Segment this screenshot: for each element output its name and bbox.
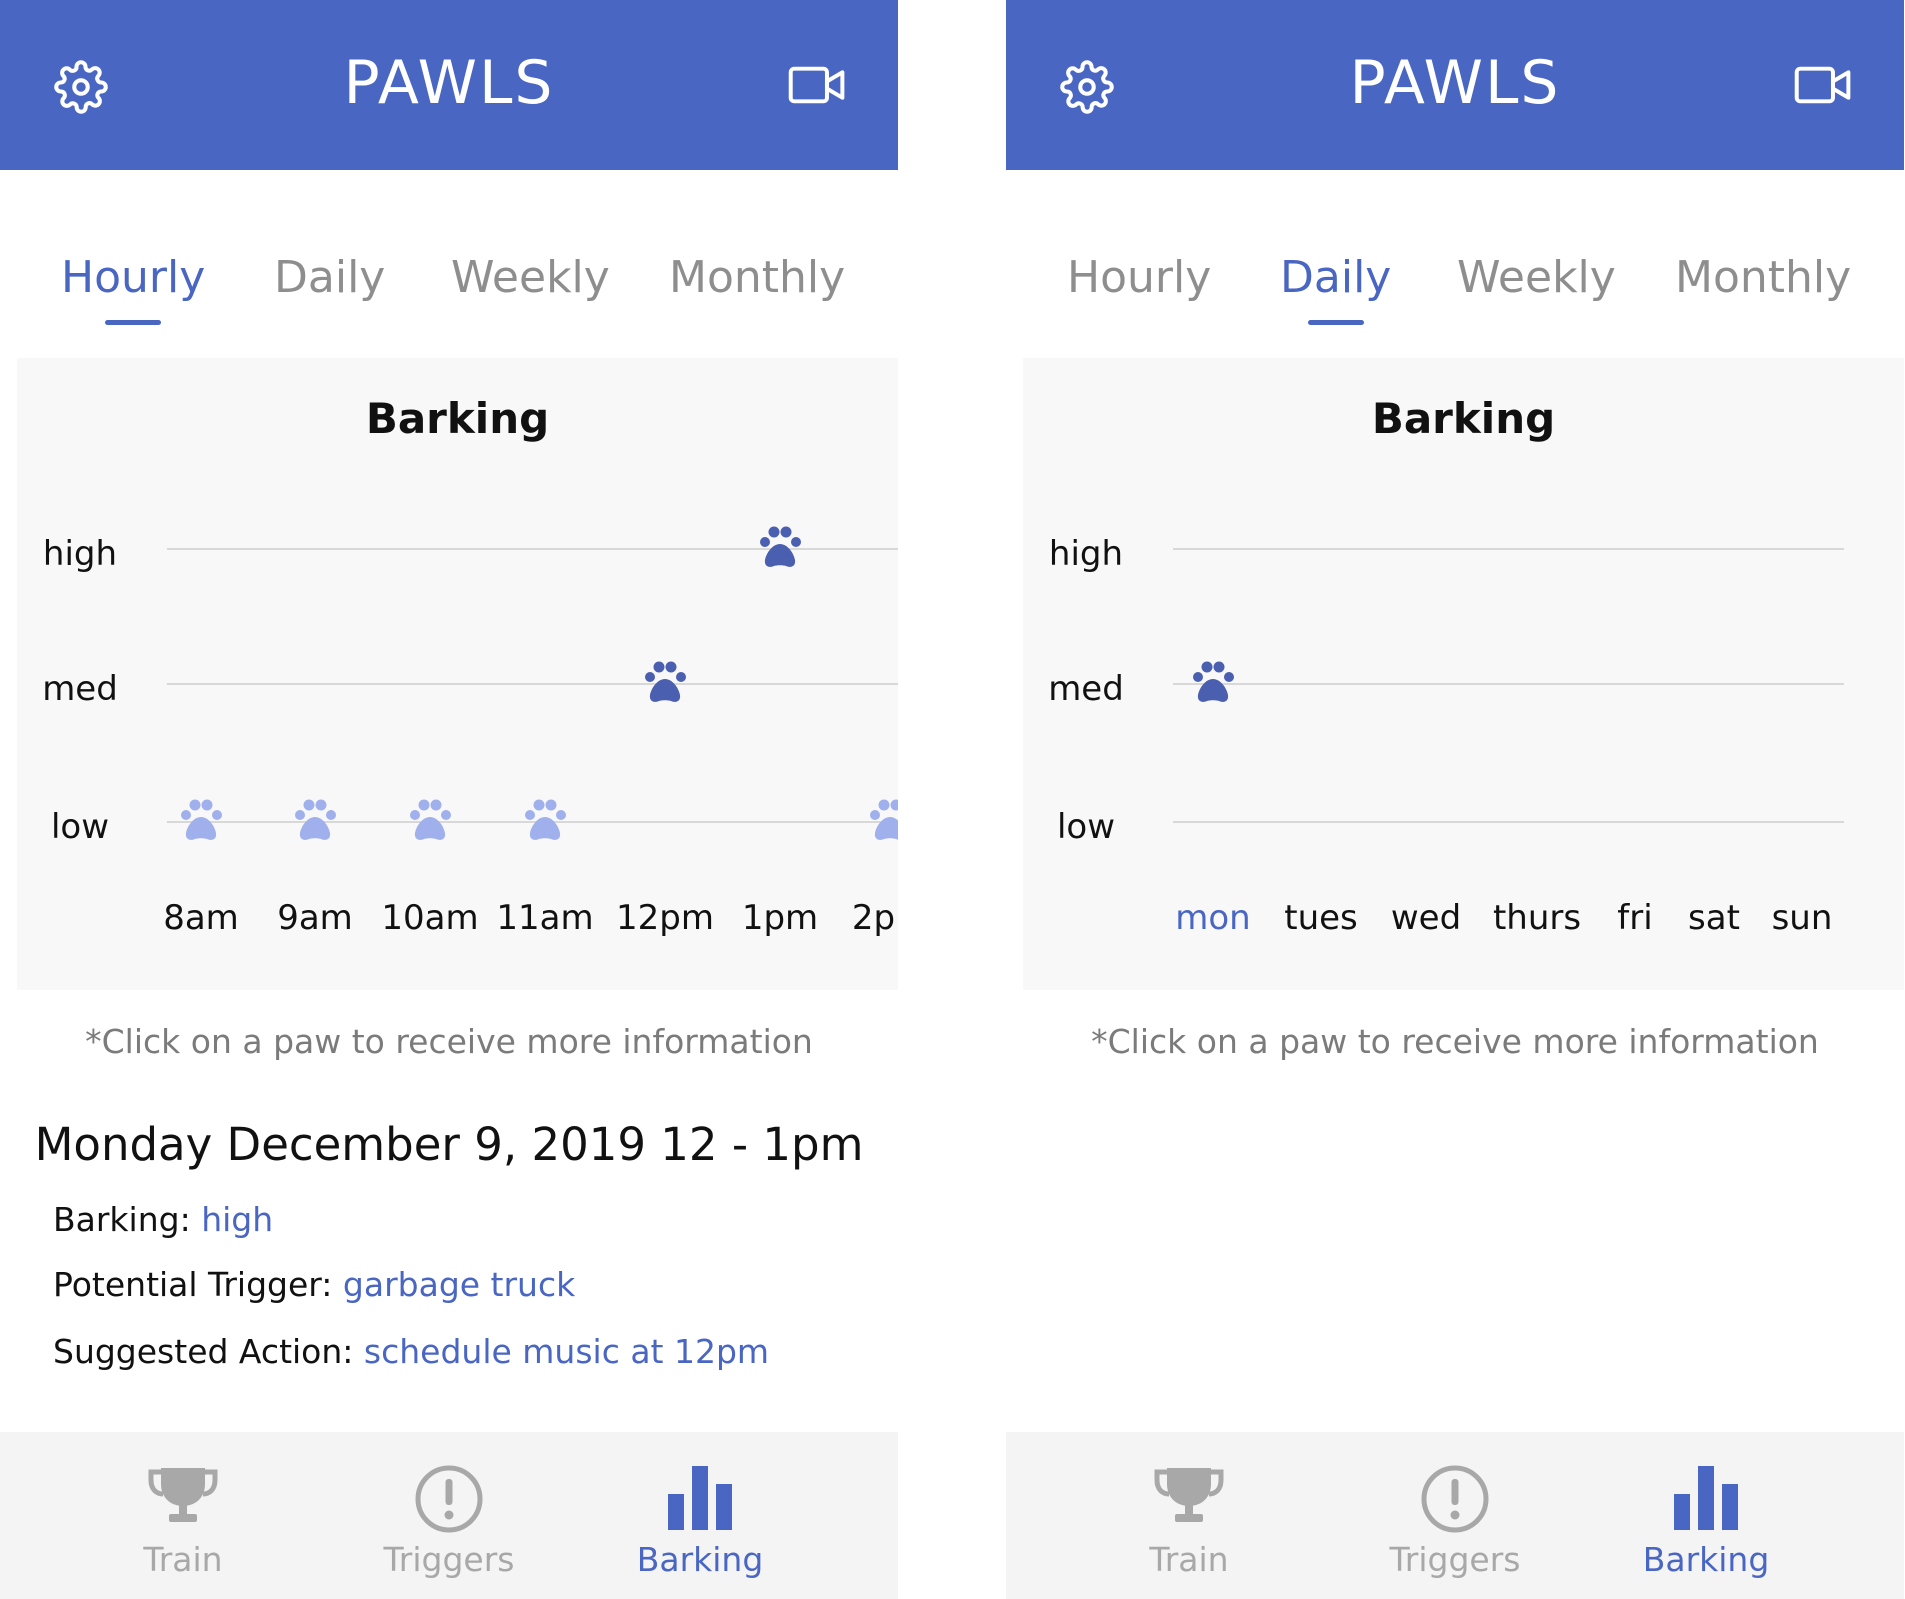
trophy-icon bbox=[148, 1468, 218, 1522]
trophy-icon bbox=[1154, 1468, 1224, 1522]
screen-hourly: PAWLS Hourly Daily Weekly Monthly Barkin… bbox=[0, 0, 898, 1599]
gridline-low bbox=[1173, 821, 1844, 823]
y-label-low: low bbox=[50, 807, 110, 847]
detail-barking-row: Barking: high bbox=[53, 1200, 273, 1239]
nav-train[interactable]: Train bbox=[1079, 1432, 1299, 1599]
x-label-2pm: 2pm bbox=[851, 898, 898, 938]
paw-icon[interactable] bbox=[864, 793, 898, 845]
paw-icon[interactable] bbox=[639, 655, 691, 707]
screen-divider bbox=[898, 0, 1006, 1599]
period-tabs: Hourly Daily Weekly Monthly bbox=[1006, 240, 1904, 325]
nav-barking[interactable]: Barking bbox=[1596, 1432, 1816, 1599]
chart-title: Barking bbox=[1371, 394, 1556, 443]
hint-text: *Click on a paw to receive more informat… bbox=[85, 1022, 813, 1061]
video-camera-icon[interactable] bbox=[788, 64, 846, 106]
app-title: PAWLS bbox=[343, 48, 555, 118]
x-label-9am: 9am bbox=[277, 898, 353, 938]
bar-chart-icon bbox=[1674, 1466, 1738, 1530]
x-label-tues: tues bbox=[1284, 898, 1358, 938]
alert-circle-icon bbox=[1421, 1465, 1489, 1533]
tab-label: Hourly bbox=[61, 252, 206, 303]
tab-active-indicator bbox=[1307, 320, 1364, 325]
paw-icon[interactable] bbox=[1187, 655, 1239, 707]
y-label-high: high bbox=[1048, 534, 1124, 574]
tab-label: Monthly bbox=[1675, 252, 1852, 303]
hint-text: *Click on a paw to receive more informat… bbox=[1091, 1022, 1819, 1061]
x-label-12pm: 12pm bbox=[616, 898, 714, 938]
tab-hourly[interactable]: Hourly bbox=[1067, 252, 1211, 303]
tab-monthly[interactable]: Monthly bbox=[669, 252, 845, 303]
detail-trigger-label: Potential Trigger: bbox=[53, 1265, 333, 1304]
x-label-sun: sun bbox=[1771, 898, 1833, 938]
y-label-med: med bbox=[42, 669, 118, 709]
barking-chart: Barking high med low mon tues wed thurs fri sat s… bbox=[1023, 358, 1904, 990]
y-label-high: high bbox=[42, 534, 118, 574]
x-label-8am: 8am bbox=[163, 898, 239, 938]
gridline-high bbox=[1173, 548, 1844, 550]
detail-trigger-value[interactable]: garbage truck bbox=[343, 1265, 575, 1304]
nav-label: Barking bbox=[636, 1540, 764, 1579]
tab-label: Hourly bbox=[1067, 252, 1212, 303]
chart-title: Barking bbox=[365, 394, 550, 443]
tab-daily[interactable]: Daily bbox=[274, 252, 385, 303]
y-label-low: low bbox=[1056, 807, 1116, 847]
tab-daily[interactable]: Daily bbox=[1280, 252, 1392, 325]
x-label-mon: mon bbox=[1175, 898, 1251, 938]
barking-chart: Barking high med low 8am 9am 10am 11am 12pm 1pm 2… bbox=[17, 358, 898, 990]
nav-label: Train bbox=[1149, 1540, 1229, 1579]
video-camera-icon[interactable] bbox=[1794, 64, 1852, 106]
tab-label: Daily bbox=[1280, 252, 1392, 303]
detail-action-row: Suggested Action: schedule music at 12pm bbox=[53, 1332, 769, 1371]
nav-label: Triggers bbox=[1389, 1540, 1521, 1579]
y-label-med: med bbox=[1048, 669, 1124, 709]
nav-label: Barking bbox=[1642, 1540, 1770, 1579]
alert-circle-icon bbox=[415, 1465, 483, 1533]
tab-weekly[interactable]: Weekly bbox=[1457, 252, 1616, 303]
tab-monthly[interactable]: Monthly bbox=[1675, 252, 1851, 303]
paw-icon[interactable] bbox=[754, 520, 806, 572]
paw-icon[interactable] bbox=[289, 793, 341, 845]
x-label-10am: 10am bbox=[381, 898, 479, 938]
tab-weekly[interactable]: Weekly bbox=[451, 252, 610, 303]
detail-trigger-row: Potential Trigger: garbage truck bbox=[53, 1265, 575, 1304]
nav-label: Train bbox=[143, 1540, 223, 1579]
x-label-fri: fri bbox=[1617, 898, 1653, 938]
tab-active-indicator bbox=[105, 320, 162, 325]
period-tabs: Hourly Daily Weekly Monthly bbox=[0, 240, 898, 325]
tab-label: Weekly bbox=[451, 252, 610, 303]
paw-icon[interactable] bbox=[404, 793, 456, 845]
gridline-med bbox=[167, 683, 898, 685]
tab-label: Weekly bbox=[1457, 252, 1616, 303]
x-label-wed: wed bbox=[1390, 898, 1462, 938]
bottom-nav: Train Triggers Barking bbox=[1006, 1432, 1904, 1599]
bottom-nav: Train Triggers Barking bbox=[0, 1432, 898, 1599]
nav-label: Triggers bbox=[383, 1540, 515, 1579]
nav-triggers[interactable]: Triggers bbox=[339, 1432, 559, 1599]
app-title: PAWLS bbox=[1349, 48, 1561, 118]
tab-label: Daily bbox=[274, 252, 386, 303]
paw-icon[interactable] bbox=[175, 793, 227, 845]
detail-barking-label: Barking: bbox=[53, 1200, 191, 1239]
nav-barking[interactable]: Barking bbox=[590, 1432, 810, 1599]
app-header: PAWLS bbox=[1006, 0, 1904, 170]
gridline-med bbox=[1173, 683, 1844, 685]
x-label-sat: sat bbox=[1688, 898, 1740, 938]
detail-action-label: Suggested Action: bbox=[53, 1332, 354, 1371]
bar-chart-icon bbox=[668, 1466, 732, 1530]
detail-action-value[interactable]: schedule music at 12pm bbox=[364, 1332, 769, 1371]
screen-daily: PAWLS Hourly Daily Weekly Monthly Barkin… bbox=[1006, 0, 1904, 1599]
nav-triggers[interactable]: Triggers bbox=[1345, 1432, 1565, 1599]
nav-train[interactable]: Train bbox=[73, 1432, 293, 1599]
app-header: PAWLS bbox=[0, 0, 898, 170]
x-label-11am: 11am bbox=[496, 898, 594, 938]
detail-barking-value: high bbox=[201, 1200, 274, 1239]
tab-label: Monthly bbox=[669, 252, 846, 303]
paw-icon[interactable] bbox=[519, 793, 571, 845]
x-label-thurs: thurs bbox=[1492, 898, 1582, 938]
x-label-1pm: 1pm bbox=[741, 898, 819, 938]
detail-date: Monday December 9, 2019 12 - 1pm bbox=[34, 1118, 864, 1171]
tab-hourly[interactable]: Hourly bbox=[61, 252, 206, 325]
